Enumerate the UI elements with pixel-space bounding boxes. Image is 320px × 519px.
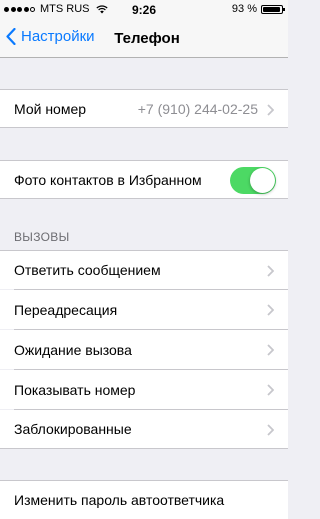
list-item-label: Ответить сообщением xyxy=(14,262,161,278)
list-item-label: Заблокированные xyxy=(14,421,132,437)
chevron-right-icon xyxy=(267,344,274,356)
change-voicemail-password-row[interactable]: Изменить пароль автоответчика xyxy=(0,480,288,519)
chevron-right-icon xyxy=(267,104,274,116)
page-title: Телефон xyxy=(114,30,180,47)
chevron-right-icon xyxy=(267,304,274,316)
calls-item-blocked[interactable]: Заблокированные xyxy=(0,410,288,449)
favorites-photos-toggle[interactable] xyxy=(230,167,276,194)
voicemail-password-label: Изменить пароль автоответчика xyxy=(14,492,225,508)
favorites-photos-label: Фото контактов в Избранном xyxy=(14,171,202,188)
my-number-label: Мой номер xyxy=(14,100,87,117)
favorites-photos-row: Фото контактов в Избранном xyxy=(0,160,288,199)
my-number-value: +7 (910) 244-02-25 xyxy=(137,100,258,117)
navigation-bar: Настройки Телефон xyxy=(0,20,288,58)
calls-item-call-waiting[interactable]: Ожидание вызова xyxy=(0,330,288,369)
list-item-label: Показывать номер xyxy=(14,381,136,398)
list-item-label: Переадресация xyxy=(14,301,118,318)
battery-percent: 93 % xyxy=(231,3,257,15)
my-number-row[interactable]: Мой номер +7 (910) 244-02-25 xyxy=(0,89,288,128)
battery-status: 93 % xyxy=(231,3,285,15)
calls-item-call-forwarding[interactable]: Переадресация xyxy=(0,290,288,329)
chevron-right-icon xyxy=(267,424,274,436)
toggle-knob xyxy=(250,168,275,193)
calls-item-show-caller-id[interactable]: Показывать номер xyxy=(0,370,288,409)
battery-fill xyxy=(263,6,280,12)
battery-icon xyxy=(261,4,285,14)
status-bar: MTS RUS 9:26 93 % xyxy=(0,0,288,20)
calls-section-header: ВЫЗОВЫ xyxy=(14,230,70,244)
list-item-label: Ожидание вызова xyxy=(14,341,132,358)
chevron-right-icon xyxy=(267,265,274,277)
calls-item-reply-with-message[interactable]: Ответить сообщением xyxy=(0,250,288,289)
chevron-right-icon xyxy=(267,384,274,396)
